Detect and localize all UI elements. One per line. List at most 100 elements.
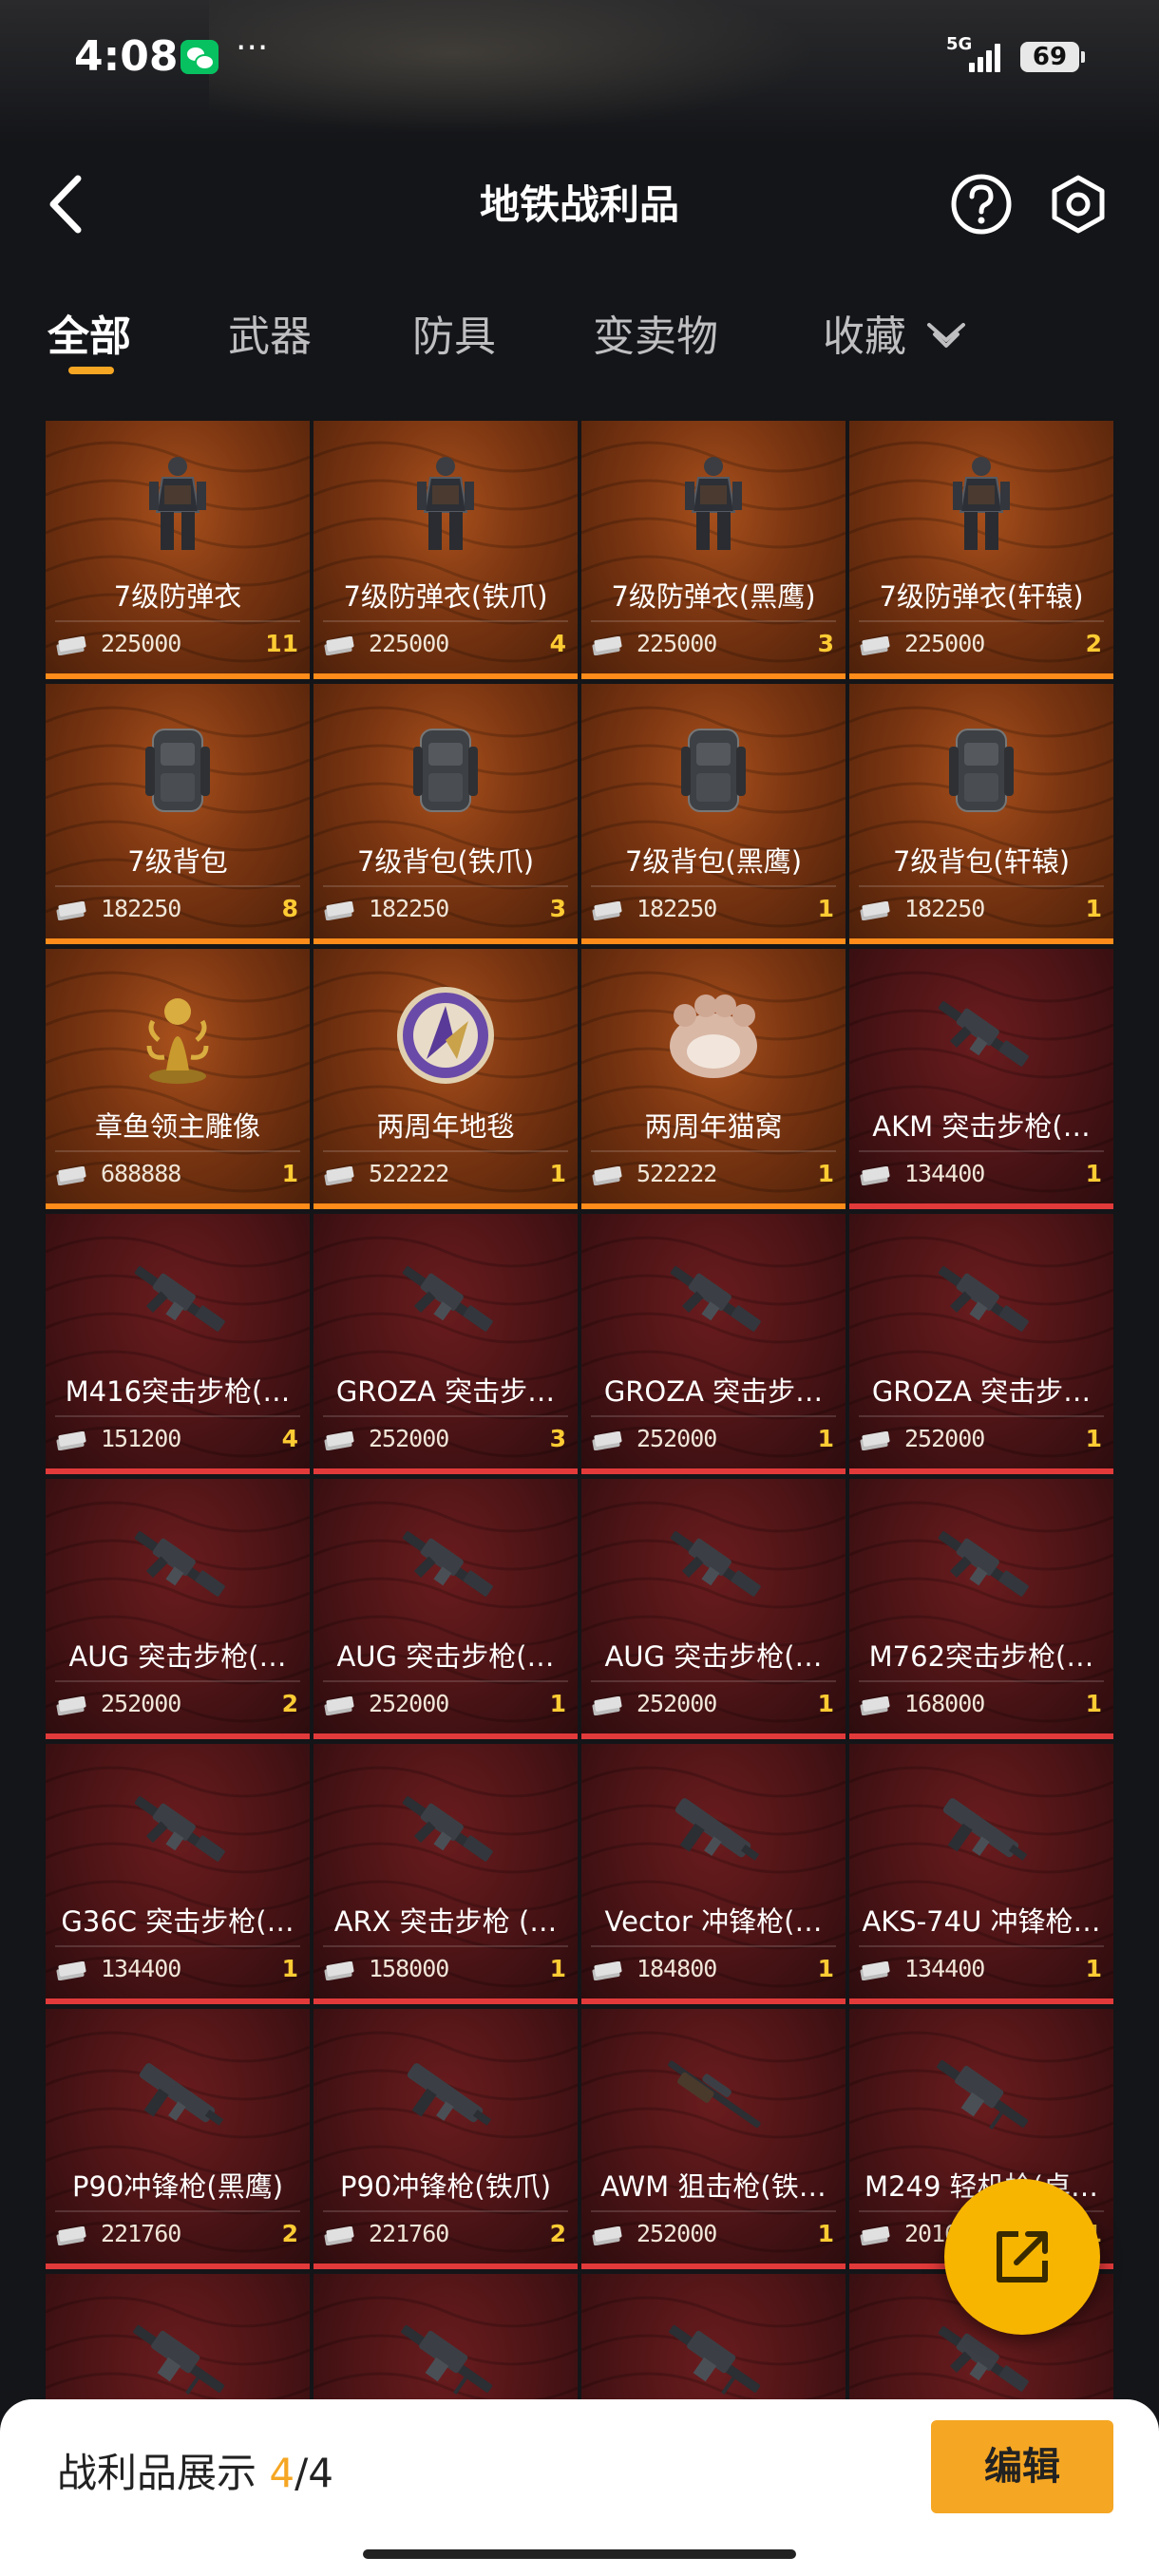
loot-card[interactable]: 7级防弹衣(铁爪) 225000 4 bbox=[314, 421, 578, 679]
category-tabs: 全部 武器 防具 变卖物 收藏 bbox=[0, 294, 1159, 380]
loot-card[interactable]: M416突击步枪(… 151200 4 bbox=[46, 1214, 310, 1474]
home-indicator[interactable] bbox=[363, 2549, 796, 2559]
rifle-icon bbox=[924, 1513, 1038, 1618]
card-divider bbox=[323, 2210, 568, 2212]
item-name: 章鱼领主雕像 bbox=[94, 1110, 260, 1143]
rarity-line bbox=[46, 938, 310, 944]
rarity-line bbox=[314, 673, 578, 679]
card-divider bbox=[55, 1945, 300, 1947]
item-name: 7级防弹衣(轩辕) bbox=[879, 580, 1084, 613]
rifle-icon bbox=[656, 1248, 770, 1353]
item-name: AKM 突击步枪(… bbox=[872, 1110, 1091, 1143]
rarity-line bbox=[46, 673, 310, 679]
loot-card[interactable]: MG3轻机枪(铁爪) bbox=[314, 2274, 578, 2415]
tab-armor[interactable]: 防具 bbox=[412, 302, 496, 363]
gear-icon bbox=[1052, 175, 1105, 234]
loot-card[interactable]: G36C 突击步枪(… 134400 1 bbox=[46, 1744, 310, 2004]
item-price: 225000 bbox=[101, 630, 181, 657]
settings-button[interactable] bbox=[1047, 173, 1110, 236]
item-price: 182250 bbox=[369, 895, 449, 922]
machine-gun-icon bbox=[389, 2308, 503, 2413]
item-price: 252000 bbox=[101, 1690, 181, 1717]
tab-favorites[interactable]: 收藏 bbox=[823, 302, 906, 363]
loot-card[interactable]: GROZA 突击步… 252000 3 bbox=[314, 1214, 578, 1474]
loot-card[interactable]: M762突击步枪(… 168000 1 bbox=[849, 1479, 1113, 1739]
rifle-icon bbox=[924, 1248, 1038, 1353]
item-name: AUG 突击步枪(… bbox=[336, 1640, 555, 1673]
item-price: 182250 bbox=[904, 895, 985, 922]
active-tab-indicator bbox=[68, 367, 114, 374]
loot-card[interactable]: 7级防弹衣 225000 11 bbox=[46, 421, 310, 679]
loot-card[interactable]: 7级防弹衣(黑鹰) 225000 3 bbox=[581, 421, 846, 679]
card-divider bbox=[591, 1415, 836, 1417]
item-price: 225000 bbox=[369, 630, 449, 657]
item-price: 221760 bbox=[101, 2220, 181, 2247]
loot-card[interactable]: 7级防弹衣(轩辕) 225000 2 bbox=[849, 421, 1113, 679]
item-price: 158000 bbox=[369, 1955, 449, 1982]
sniper-icon bbox=[656, 2043, 770, 2148]
bottom-sheet: 战利品展示 4/4 编辑 bbox=[0, 2399, 1159, 2576]
loot-card[interactable]: 章鱼领主雕像 688888 1 bbox=[46, 949, 310, 1209]
loot-card[interactable]: Vector 冲锋枪(… 184800 1 bbox=[581, 1744, 846, 2004]
card-divider bbox=[55, 1150, 300, 1152]
item-name: 7级防弹衣(铁爪) bbox=[343, 580, 548, 613]
loot-card[interactable]: 7级背包(黑鹰) 182250 1 bbox=[581, 684, 846, 944]
loot-card[interactable]: 7级背包(轩辕) 182250 1 bbox=[849, 684, 1113, 944]
tab-all[interactable]: 全部 bbox=[48, 302, 131, 363]
card-divider bbox=[591, 2210, 836, 2212]
item-count: 1 bbox=[1085, 1160, 1102, 1187]
loot-card[interactable]: 7级背包 182250 8 bbox=[46, 684, 310, 944]
loot-card[interactable]: AUG 突击步枪(… 252000 1 bbox=[314, 1479, 578, 1739]
status-bar: 4:08 ··· 5G 69 bbox=[0, 27, 1159, 93]
rifle-icon bbox=[389, 1513, 503, 1618]
loot-card[interactable]: MG3轻机枪(卓越) bbox=[46, 2274, 310, 2415]
item-price: 522222 bbox=[636, 1160, 717, 1187]
more-notifications-icon: ··· bbox=[236, 28, 269, 67]
showcase-text: 战利品展示 bbox=[57, 2450, 270, 2496]
item-price: 221760 bbox=[369, 2220, 449, 2247]
battery-icon: 69 bbox=[1020, 42, 1085, 72]
showcase-count-current: 4 bbox=[269, 2450, 295, 2496]
rarity-line bbox=[849, 1733, 1113, 1739]
share-button[interactable] bbox=[944, 2179, 1100, 2335]
statue-icon bbox=[121, 983, 235, 1088]
chevron-down-icon[interactable] bbox=[923, 319, 969, 353]
loot-card[interactable]: AKS-74U 冲锋枪… 134400 1 bbox=[849, 1744, 1113, 2004]
rarity-line bbox=[849, 1468, 1113, 1474]
tab-weapons[interactable]: 武器 bbox=[228, 302, 312, 363]
loot-card[interactable]: MG-36轻机枪(… bbox=[581, 2274, 846, 2415]
rarity-line bbox=[46, 1203, 310, 1209]
tab-sellables[interactable]: 变卖物 bbox=[593, 302, 718, 363]
loot-card[interactable]: AUG 突击步枪(… 252000 2 bbox=[46, 1479, 310, 1739]
loot-card[interactable]: 两周年地毯 522222 1 bbox=[314, 949, 578, 1209]
item-price: 252000 bbox=[636, 1690, 717, 1717]
item-price: 184800 bbox=[636, 1955, 717, 1982]
loot-card[interactable]: P90冲锋枪(黑鹰) 221760 2 bbox=[46, 2009, 310, 2269]
item-name: GROZA 突击步… bbox=[603, 1375, 824, 1408]
loot-card[interactable]: AWM 狙击枪(铁… 252000 1 bbox=[581, 2009, 846, 2269]
card-divider bbox=[591, 1945, 836, 1947]
loot-card[interactable]: ARX 突击步枪 (… 158000 1 bbox=[314, 1744, 578, 2004]
help-button[interactable] bbox=[950, 173, 1013, 236]
item-count: 1 bbox=[549, 1955, 566, 1982]
loot-card[interactable]: AUG 突击步枪(… 252000 1 bbox=[581, 1479, 846, 1739]
rarity-line bbox=[581, 938, 846, 944]
loot-card[interactable]: GROZA 突击步… 252000 1 bbox=[581, 1214, 846, 1474]
rarity-line bbox=[314, 1203, 578, 1209]
loot-card[interactable]: 7级背包(铁爪) 182250 3 bbox=[314, 684, 578, 944]
loot-card[interactable]: P90冲锋枪(铁爪) 221760 2 bbox=[314, 2009, 578, 2269]
machine-gun-icon bbox=[924, 2043, 1038, 2148]
card-divider bbox=[55, 1415, 300, 1417]
item-count: 1 bbox=[549, 1690, 566, 1717]
rifle-icon bbox=[389, 1248, 503, 1353]
loot-card[interactable]: AKM 突击步枪(… 134400 1 bbox=[849, 949, 1113, 1209]
card-divider bbox=[859, 1680, 1104, 1682]
smg-icon bbox=[389, 2043, 503, 2148]
item-name: 两周年地毯 bbox=[376, 1110, 515, 1143]
edit-button[interactable]: 编辑 bbox=[931, 2420, 1113, 2513]
item-name: 7级背包 bbox=[127, 845, 228, 878]
item-name: GROZA 突击步… bbox=[871, 1375, 1092, 1408]
rarity-line bbox=[581, 1468, 846, 1474]
loot-card[interactable]: GROZA 突击步… 252000 1 bbox=[849, 1214, 1113, 1474]
loot-card[interactable]: 两周年猫窝 522222 1 bbox=[581, 949, 846, 1209]
